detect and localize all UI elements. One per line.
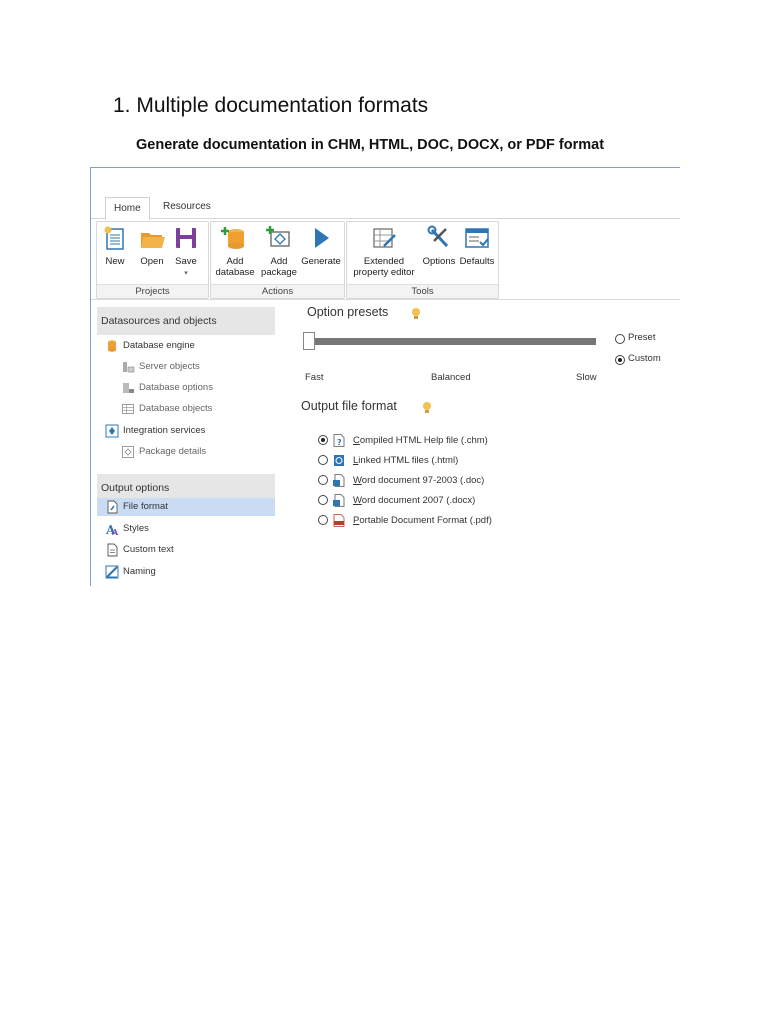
format-radio[interactable]	[318, 495, 328, 505]
group-actions: Add database Add package Generate Action…	[210, 221, 345, 299]
save-button-label: Save	[175, 256, 197, 267]
defaults-window-icon	[465, 228, 489, 248]
package-details-icon	[122, 446, 134, 458]
format-radio[interactable]	[318, 435, 328, 445]
output-file-format-title: Output file format	[301, 399, 397, 413]
custom-radio[interactable]	[615, 355, 625, 365]
play-triangle-icon	[315, 228, 329, 248]
svg-text:A: A	[111, 527, 119, 536]
defaults-button-label: Defaults	[459, 256, 495, 267]
nav-label: Database engine	[123, 340, 195, 351]
group-label-actions: Actions	[211, 284, 344, 298]
save-disk-icon	[176, 228, 196, 248]
navigation-sidebar: Datasources and objects Database engine …	[91, 302, 277, 586]
option-presets-title: Option presets	[307, 305, 389, 319]
chm-help-icon: ?	[333, 434, 345, 447]
database-objects-icon	[122, 404, 134, 414]
nav-label: Package details	[139, 446, 207, 457]
add-database-icon	[221, 227, 244, 249]
file-format-icon	[107, 500, 118, 514]
defaults-button[interactable]: Defaults	[459, 224, 495, 267]
slider-label-balanced: Balanced	[431, 372, 471, 383]
word-docx-icon	[333, 494, 345, 507]
format-label: Word document 97-2003 (.doc)	[353, 475, 485, 486]
word-doc-icon	[333, 474, 345, 487]
options-button-label: Options	[422, 256, 456, 267]
group-tools: Extended property editor Options Default…	[346, 221, 499, 299]
presets-slider-track[interactable]	[304, 338, 596, 345]
presets-slider-thumb[interactable]	[303, 332, 315, 350]
ribbon: New Open Save ▾ Projects Add database Ad…	[91, 219, 680, 300]
ribbon-tabs: Home Resources	[91, 196, 680, 220]
nav-label: Naming	[123, 566, 156, 577]
database-cylinder-icon	[108, 340, 116, 352]
extended-label: Extended	[363, 256, 405, 267]
add-package-label-2: package	[261, 267, 297, 278]
document-heading: 1. Multiple documentation formats	[113, 94, 429, 117]
generate-button[interactable]: Generate	[301, 224, 341, 267]
add-package-label: Add	[270, 256, 288, 267]
group-label-tools: Tools	[347, 284, 498, 298]
new-button[interactable]: New	[100, 224, 130, 267]
format-label: Compiled HTML Help file (.chm)	[353, 435, 488, 446]
new-document-icon	[104, 226, 124, 250]
styles-icon: A A	[105, 523, 119, 536]
open-button[interactable]: Open	[135, 224, 169, 267]
nav-label: Integration services	[123, 425, 206, 436]
nav-label: File format	[123, 501, 168, 512]
tab-resources[interactable]: Resources	[155, 196, 219, 217]
add-database-label-2: database	[215, 267, 255, 278]
custom-text-icon	[107, 543, 118, 557]
add-package-button[interactable]: Add package	[259, 224, 299, 278]
nav-label: Database objects	[139, 403, 213, 414]
format-radio[interactable]	[318, 515, 328, 525]
group-projects: New Open Save ▾ Projects	[96, 221, 209, 299]
add-database-label: Add	[226, 256, 244, 267]
add-package-icon	[266, 226, 290, 247]
format-label: Linked HTML files (.html)	[353, 455, 459, 466]
save-dropdown-arrow[interactable]: ▾	[184, 270, 188, 277]
preset-radio[interactable]	[615, 334, 625, 344]
custom-radio-label: Custom	[628, 353, 661, 364]
server-objects-icon	[123, 362, 135, 373]
format-radio[interactable]	[318, 475, 328, 485]
datasources-section-header: Datasources and objects	[97, 307, 275, 335]
slider-label-fast: Fast	[305, 372, 324, 383]
tab-home[interactable]: Home	[105, 197, 150, 220]
nav-file-format[interactable]: File format	[97, 498, 275, 516]
slider-label-slow: Slow	[576, 372, 597, 383]
open-button-label: Open	[140, 256, 164, 267]
pdf-icon	[333, 514, 345, 527]
nav-label: Styles	[123, 523, 149, 534]
application-screenshot: Home Resources New Open Save ▾ Projects …	[90, 167, 680, 586]
preset-radio-label: Preset	[628, 332, 656, 343]
new-button-label: New	[105, 256, 125, 267]
integration-services-icon	[105, 424, 119, 438]
format-label: Portable Document Format (.pdf)	[353, 515, 492, 526]
open-folder-icon	[141, 233, 165, 248]
html-files-icon	[334, 455, 344, 466]
property-editor-icon	[373, 228, 396, 248]
save-button[interactable]: Save ▾	[171, 224, 201, 279]
naming-icon	[105, 565, 119, 579]
format-radio[interactable]	[318, 455, 328, 465]
document-subheading: Generate documentation in CHM, HTML, DOC…	[136, 137, 605, 153]
nav-label: Database options	[139, 382, 213, 393]
nav-label: Custom text	[123, 544, 174, 555]
wrench-screwdriver-icon	[427, 225, 449, 248]
group-label-projects: Projects	[97, 284, 208, 298]
property-editor-label: property editor	[353, 267, 415, 278]
format-label: Word document 2007 (.docx)	[353, 495, 476, 506]
generate-button-label: Generate	[301, 256, 341, 267]
svg-text:?: ?	[337, 438, 342, 447]
options-button[interactable]: Options	[421, 224, 457, 267]
lightbulb-icon[interactable]	[422, 401, 432, 415]
lightbulb-icon[interactable]	[411, 307, 421, 321]
database-options-icon	[123, 383, 134, 393]
nav-label: Server objects	[139, 361, 200, 372]
add-database-button[interactable]: Add database	[213, 224, 257, 278]
extended-property-editor-button[interactable]: Extended property editor	[349, 224, 419, 278]
